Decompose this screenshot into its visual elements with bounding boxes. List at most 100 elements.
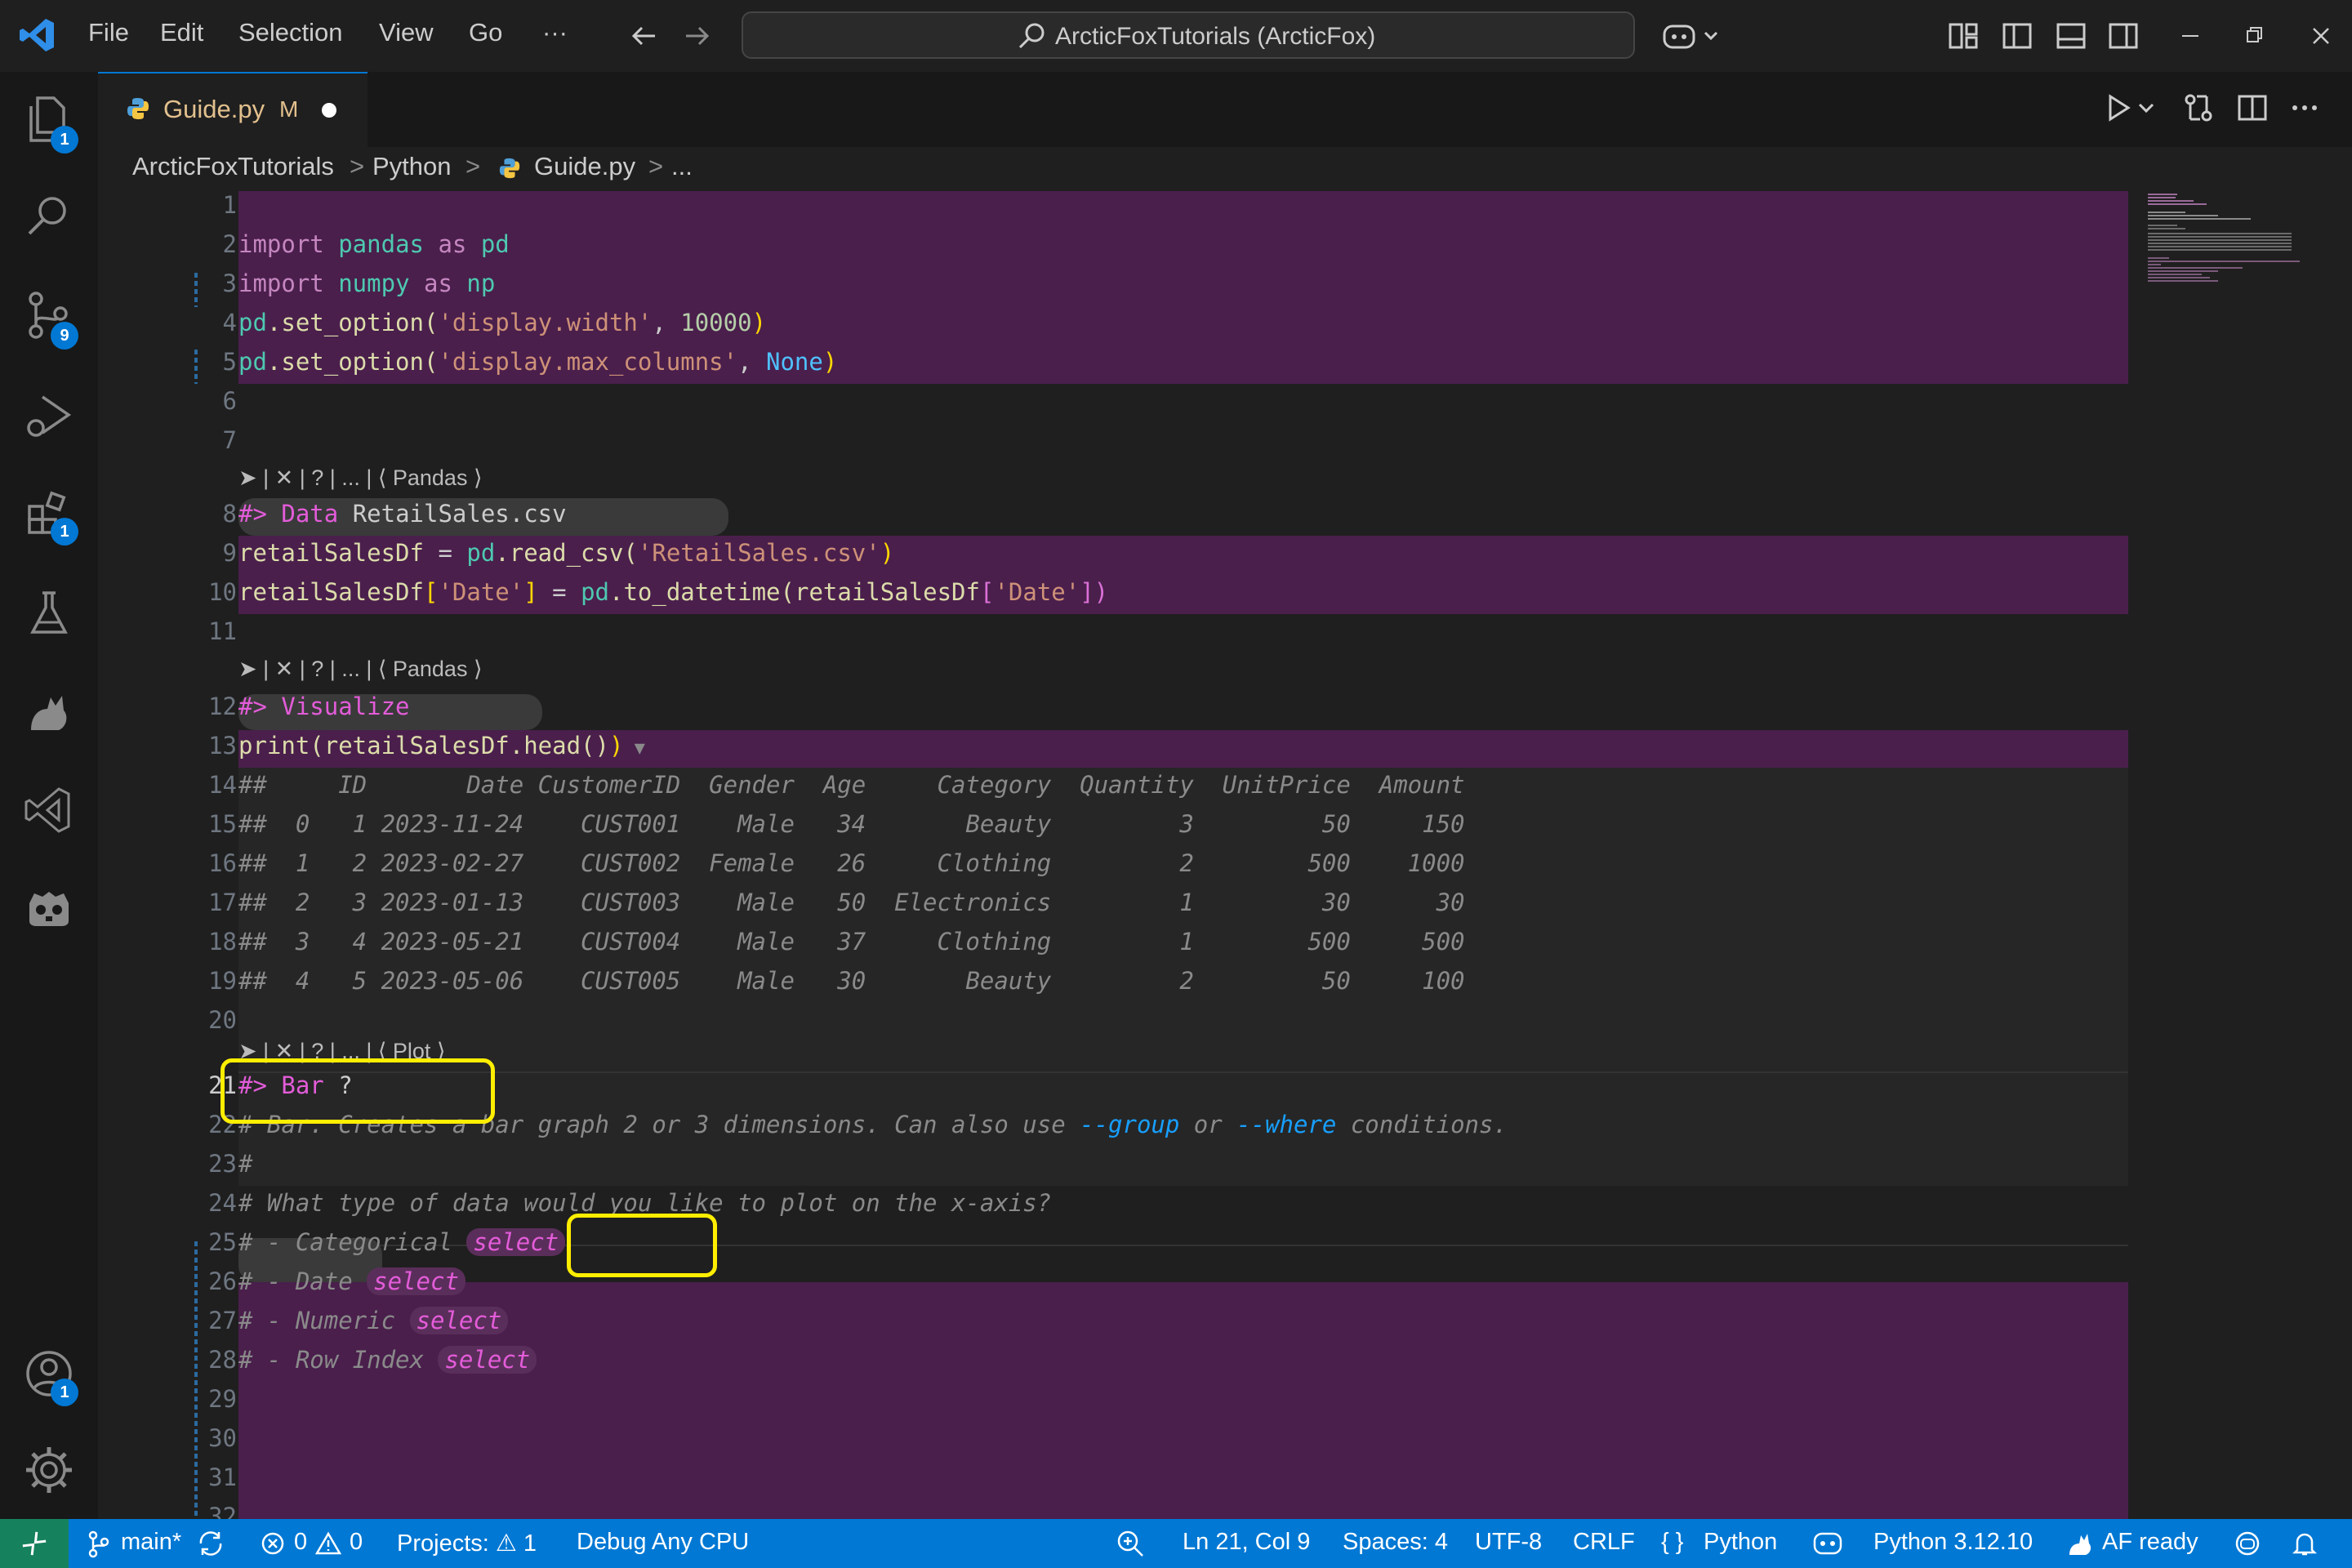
divider [238, 1071, 2128, 1073]
keyword: import [238, 270, 324, 297]
option-where[interactable]: --where [1236, 1111, 1336, 1138]
module-name: pandas [323, 230, 439, 258]
collapse-output-toggle[interactable]: ▼ [623, 738, 645, 759]
back-arrow-icon[interactable] [627, 20, 660, 52]
search-view-icon[interactable] [23, 191, 75, 243]
code-line: print(retailSalesDf.head()) ▼ [238, 732, 645, 760]
code-line: pd.set_option('display.max_columns', Non… [238, 348, 837, 376]
projects-status[interactable]: Projects: ⚠ 1 [397, 1529, 537, 1557]
sync-icon[interactable] [196, 1529, 225, 1558]
code-editor[interactable]: 1 2 3 4 5 6 7 8 9 10 11 12 13 14 15 16 1… [98, 189, 2352, 1519]
copilot-chat-icon[interactable] [2233, 1529, 2262, 1558]
run-debug-icon[interactable] [23, 390, 75, 443]
function-call: .read_csv( [495, 539, 638, 567]
error-count[interactable]: 0 [294, 1529, 307, 1556]
comment-line: # - Row Index select [238, 1346, 537, 1374]
menu-go[interactable]: Go [469, 18, 502, 47]
toggle-panel-icon[interactable] [2055, 20, 2087, 52]
error-icon[interactable] [260, 1530, 286, 1557]
git-branch-label[interactable]: main* [121, 1529, 181, 1556]
menu-view[interactable]: View [379, 18, 434, 47]
minimize-icon[interactable] [2174, 20, 2207, 52]
breadcrumb-symbols[interactable]: ... [671, 152, 693, 181]
remote-indicator-button[interactable] [0, 1519, 69, 1568]
output-line: ## 2 3 2023-01-13 CUST003 Male 50 Electr… [238, 889, 1465, 916]
warning-count[interactable]: 0 [350, 1529, 363, 1556]
arctic-fox-status[interactable]: AF ready [2102, 1529, 2198, 1556]
testing-flask-icon[interactable] [23, 588, 75, 640]
function-call: print( [238, 732, 324, 760]
run-file-icon[interactable] [2102, 91, 2135, 124]
more-actions-icon[interactable] [2288, 91, 2321, 124]
end-of-line[interactable]: CRLF [1573, 1529, 1635, 1556]
toggle-secondary-sidebar-icon[interactable] [2107, 20, 2140, 52]
code-line: #> Data RetailSales.csv [238, 500, 567, 528]
cell-marker: #> [238, 500, 267, 528]
variable: retailSalesDf [794, 578, 980, 606]
run-dropdown-chevron-icon[interactable] [2135, 91, 2158, 124]
toggle-primary-sidebar-icon[interactable] [2001, 20, 2034, 52]
forward-arrow-icon[interactable] [681, 20, 714, 52]
debug-configuration[interactable]: Debug Any CPU [577, 1529, 749, 1556]
line-number: 12 [208, 693, 237, 720]
copilot-status-icon[interactable] [1811, 1529, 1844, 1558]
bracket: ] [523, 578, 538, 606]
breadcrumb-file[interactable]: Guide.py [534, 152, 635, 181]
minimap[interactable] [2128, 189, 2316, 1519]
variable: retailSalesDf [238, 578, 424, 606]
codelens-pandas[interactable]: ➤ | ✕ | ? | ... | ⟨ Pandas ⟩ [238, 466, 482, 491]
line-number: 3 [222, 270, 237, 297]
select-row-index-button[interactable]: select [438, 1346, 537, 1374]
godot-icon[interactable] [23, 882, 75, 934]
unsaved-dot-icon[interactable] [322, 103, 336, 118]
comment-text: conditions. [1336, 1111, 1508, 1138]
copilot-icon[interactable] [1661, 20, 1726, 52]
visual-studio-icon[interactable] [23, 784, 75, 836]
language-mode[interactable]: Python [1704, 1529, 1777, 1556]
comment-line: # [238, 1150, 253, 1178]
keyword: import [238, 230, 324, 258]
restore-icon[interactable] [2238, 20, 2270, 52]
zoom-icon[interactable] [1116, 1529, 1145, 1558]
breadcrumb-subfolder[interactable]: Python [372, 152, 452, 181]
code-line: retailSalesDf['Date'] = pd.to_datetime(r… [238, 578, 1108, 606]
menu-more[interactable]: ··· [542, 18, 568, 47]
comment-line: # - Date select [238, 1267, 466, 1295]
close-window-icon[interactable] [2305, 20, 2337, 52]
cursor-position[interactable]: Ln 21, Col 9 [1183, 1529, 1310, 1556]
codelens-pandas[interactable]: ➤ | ✕ | ? | ... | ⟨ Pandas ⟩ [238, 657, 482, 682]
line-number: 1 [222, 191, 237, 219]
highlight-select-button [567, 1214, 717, 1277]
arctic-fox-icon[interactable] [23, 686, 75, 738]
select-categorical-button[interactable]: select [466, 1228, 566, 1256]
select-numeric-button[interactable]: select [409, 1307, 509, 1334]
option-group[interactable]: --group [1080, 1111, 1179, 1138]
code-line: #> Visualize [238, 693, 410, 720]
select-date-button[interactable]: select [367, 1267, 466, 1295]
constant: None [766, 348, 823, 376]
menu-selection[interactable]: Selection [238, 18, 343, 47]
comment-line: # What type of data would you like to pl… [238, 1189, 1052, 1217]
breadcrumb-folder[interactable]: ArcticFoxTutorials [132, 152, 334, 181]
comment-text: # - Row Index [238, 1346, 439, 1374]
notifications-bell-icon[interactable] [2290, 1529, 2319, 1558]
warning-icon[interactable] [315, 1530, 341, 1557]
split-editor-icon[interactable] [2236, 91, 2269, 124]
tab-guide-py[interactable]: Guide.py M [98, 72, 368, 147]
comment-text: # - Date [238, 1267, 368, 1295]
menu-edit[interactable]: Edit [160, 18, 203, 47]
settings-gear-icon[interactable] [23, 1444, 75, 1496]
explorer-badge: 1 [51, 126, 78, 154]
indentation[interactable]: Spaces: 4 [1343, 1529, 1448, 1556]
command-center-search[interactable]: ArcticFoxTutorials (ArcticFox) [742, 11, 1635, 59]
menu-file[interactable]: File [88, 18, 129, 47]
line-number: 26 [208, 1267, 237, 1295]
cell-command: Visualize [266, 693, 410, 720]
open-changes-icon[interactable] [2182, 91, 2215, 124]
comment-line: # - Numeric select [238, 1307, 509, 1334]
python-interpreter[interactable]: Python 3.12.10 [1873, 1529, 2033, 1556]
python-file-icon [498, 157, 521, 180]
breadcrumb-separator: > [350, 152, 365, 180]
customize-layout-icon[interactable] [1947, 20, 1980, 52]
encoding[interactable]: UTF-8 [1475, 1529, 1542, 1556]
